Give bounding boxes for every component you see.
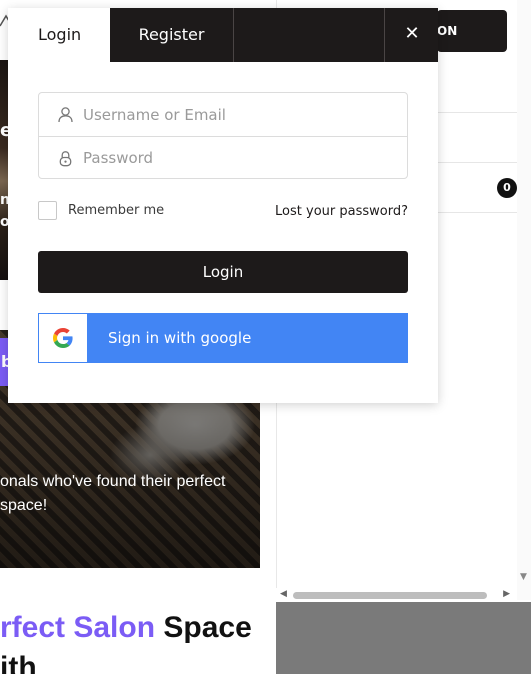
lock-icon (59, 150, 72, 166)
headline-plain: Space (163, 611, 252, 644)
header-button[interactable]: ON (437, 10, 507, 52)
tab-register[interactable]: Register (110, 8, 234, 62)
close-button[interactable]: ✕ (386, 8, 438, 62)
login-modal: Login Register ✕ Remember me Lost your p (8, 8, 438, 403)
user-icon (58, 107, 73, 123)
photo-caption: onals who've found their perfect space! (0, 473, 226, 514)
headline-accent: rfect Salon (0, 611, 156, 644)
lost-password-link[interactable]: Lost your password? (275, 204, 408, 219)
divider (437, 112, 517, 113)
scroll-left-icon[interactable]: ◀ (280, 589, 287, 599)
divider (437, 162, 517, 163)
close-icon: ✕ (404, 23, 420, 44)
horizontal-scrollbar[interactable]: ◀ ▶ (276, 588, 516, 602)
login-button[interactable]: Login (38, 251, 408, 293)
password-field (39, 136, 407, 179)
scroll-right-icon[interactable]: ▶ (503, 589, 510, 599)
google-signin-button[interactable]: Sign in with google (38, 313, 408, 363)
google-icon-box (38, 313, 88, 363)
modal-tab-bar: Login Register ✕ (8, 8, 438, 62)
tab-login[interactable]: Login (8, 8, 110, 62)
credentials-fields (38, 92, 408, 179)
section-headline: rfect Salon Space (0, 608, 252, 648)
background-gray-area (276, 602, 531, 674)
username-field (39, 93, 407, 136)
google-icon (53, 328, 73, 348)
divider (437, 212, 517, 213)
vertical-scrollbar[interactable]: ▼ (517, 0, 531, 600)
tab-bar-spacer (234, 8, 385, 62)
remember-me-label[interactable]: Remember me (68, 203, 164, 218)
section-headline-line2: ith (0, 651, 37, 674)
scrollbar-thumb[interactable] (293, 592, 487, 599)
remember-me-checkbox[interactable] (38, 201, 57, 220)
google-signin-label: Sign in with google (108, 329, 252, 347)
remember-me-row: Remember me (38, 201, 164, 220)
username-input[interactable] (83, 105, 383, 124)
password-input[interactable] (83, 149, 383, 167)
header-button-label: ON (437, 24, 458, 38)
cart-count-badge: 0 (497, 178, 517, 198)
scroll-down-icon[interactable]: ▼ (520, 572, 527, 582)
